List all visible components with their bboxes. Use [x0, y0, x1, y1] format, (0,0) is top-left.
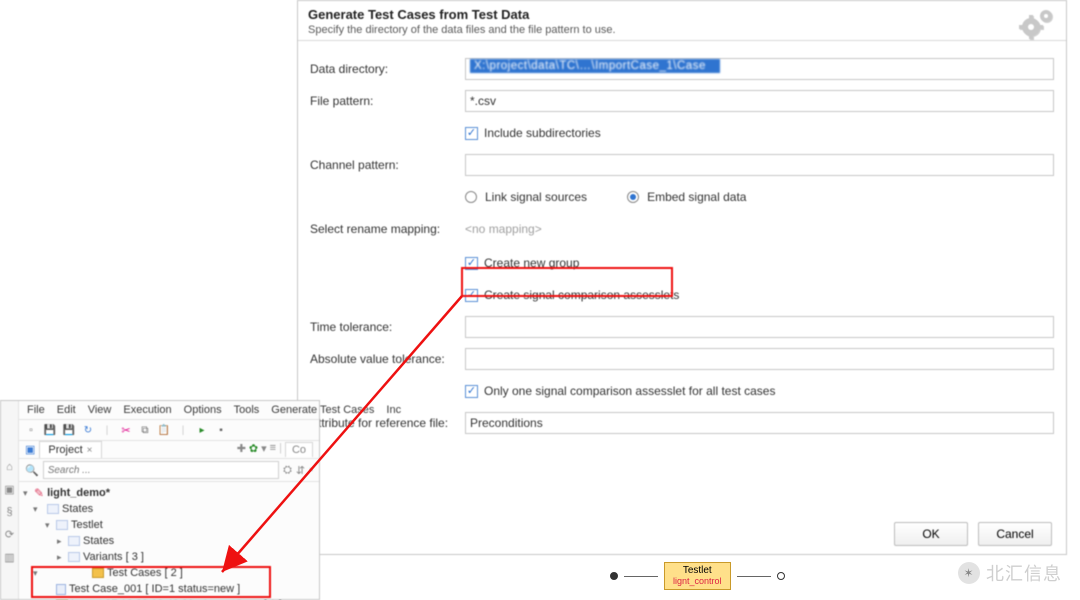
wechat-icon: ✶ [958, 562, 980, 584]
rail-icon[interactable]: ⟳ [5, 528, 14, 541]
rail-icon[interactable]: ⌂ [6, 461, 13, 473]
create-new-group-checkbox[interactable] [465, 257, 478, 270]
abs-tolerance-input[interactable] [465, 348, 1054, 370]
menu-file[interactable]: File [27, 404, 45, 416]
ide-toolbar: ▫ 💾 💾 ↻ | ✂ ⧉ 📋 | ▸ ▪ [19, 420, 319, 441]
label-file-pattern: File pattern: [310, 94, 465, 108]
node-end [777, 572, 785, 580]
toolbar-icon[interactable]: ✿ [249, 442, 258, 457]
refresh-icon[interactable]: ↻ [80, 422, 96, 438]
menu-options[interactable]: Options [184, 404, 222, 416]
save-icon[interactable]: 💾 [42, 422, 58, 438]
only-one-assesslet-checkbox[interactable] [465, 385, 478, 398]
tree-test-cases[interactable]: Test Cases [ 2 ] [107, 565, 183, 581]
include-subdirectories-label: Include subdirectories [484, 126, 601, 140]
project-tab[interactable]: Project× [39, 441, 101, 458]
ok-button[interactable]: OK [894, 522, 968, 546]
tree-tc1[interactable]: Test Case_001 [ ID=1 status=new ] [69, 581, 240, 597]
toolbar-icon[interactable]: ⛭ [283, 464, 292, 477]
copy-icon[interactable]: ⧉ [137, 422, 153, 438]
stop-icon[interactable]: ▪ [213, 422, 229, 438]
include-subdirectories-checkbox[interactable] [465, 127, 478, 140]
menu-generate[interactable]: Generate Test Cases [271, 404, 374, 416]
search-icon: 🔍 [25, 464, 39, 477]
cut-icon[interactable]: ✂ [118, 422, 134, 438]
channel-pattern-input[interactable] [465, 154, 1054, 176]
project-icon: ▣ [25, 443, 35, 456]
time-tolerance-input[interactable] [465, 316, 1054, 338]
only-one-assesslet-label: Only one signal comparison assesslet for… [484, 384, 775, 398]
generate-test-cases-dialog: Generate Test Cases from Test Data Speci… [297, 0, 1067, 555]
create-signal-assesslets-checkbox[interactable] [465, 289, 478, 302]
menu-execution[interactable]: Execution [123, 404, 171, 416]
menu-edit[interactable]: Edit [57, 404, 76, 416]
rename-mapping-value[interactable]: <no mapping> [465, 222, 542, 236]
run-icon[interactable]: ▸ [194, 422, 210, 438]
tree-variants[interactable]: Variants [ 3 ] [83, 549, 144, 565]
label-rename-mapping: Select rename mapping: [310, 222, 465, 236]
toolbar-icon[interactable]: ✚ [237, 442, 246, 457]
rail-icon[interactable]: ▥ [4, 551, 14, 564]
create-new-group-label: Create new group [484, 256, 579, 270]
node-start [610, 572, 618, 580]
project-tree[interactable]: ▾✎light_demo* ▾States ▾Testlet ▸States ▸… [19, 482, 319, 600]
toolbar-icon[interactable]: ▾ [261, 442, 267, 457]
label-attr-ref-file: Attribute for reference file: [310, 416, 465, 430]
attr-ref-file-input[interactable] [465, 412, 1054, 434]
rail-icon[interactable]: ▣ [4, 483, 14, 496]
paste-icon[interactable]: 📋 [156, 422, 172, 438]
file-pattern-input[interactable] [465, 90, 1054, 112]
cancel-button[interactable]: Cancel [978, 522, 1052, 546]
embed-signal-data-radio[interactable] [627, 191, 639, 203]
toolbar-icon[interactable]: ⇵ [296, 464, 305, 477]
gear-icon[interactable] [1018, 7, 1056, 46]
dialog-footer: OK Cancel [894, 522, 1052, 546]
label-time-tolerance: Time tolerance: [310, 320, 465, 334]
ide-side-rail: ⌂ ▣ § ⟳ ▥ [1, 401, 19, 599]
ide-search-row: 🔍 ⛭ ⇵ ▫ [19, 459, 319, 482]
create-signal-assesslets-label: Create signal comparison assesslets [484, 288, 679, 302]
ide-window: ⌂ ▣ § ⟳ ▥ File Edit View Execution Optio… [0, 400, 320, 600]
data-directory-input[interactable]: X:\project\data\TC\…\ImportCase_1\Case [465, 58, 1054, 80]
tree-root[interactable]: light_demo* [47, 485, 110, 501]
ide-tabs: ▣ Project× ✚ ✿ ▾ ≡ | Co [19, 441, 319, 459]
search-input[interactable] [43, 461, 279, 479]
dialog-title: Generate Test Cases from Test Data [308, 7, 1056, 22]
ide-menubar: File Edit View Execution Options Tools G… [19, 401, 319, 420]
other-tab[interactable]: Co [285, 442, 313, 457]
project-icon: ✎ [34, 485, 44, 501]
menu-trunc[interactable]: Inc [386, 404, 401, 416]
rail-icon[interactable]: § [6, 506, 12, 518]
tree-states[interactable]: States [62, 501, 93, 517]
label-channel-pattern: Channel pattern: [310, 158, 465, 172]
toolbar-icon[interactable]: ▫ [309, 464, 313, 476]
node-testlet[interactable]: Testlet lignt_control [664, 562, 731, 590]
save-all-icon[interactable]: 💾 [61, 422, 77, 438]
link-signal-sources-radio[interactable] [465, 191, 477, 203]
label-abs-tolerance: Absolute value tolerance: [310, 352, 465, 366]
new-icon[interactable]: ▫ [23, 422, 39, 438]
toolbar-icon[interactable]: ≡ [270, 442, 276, 457]
close-icon[interactable]: × [87, 445, 93, 456]
label-data-directory: Data directory: [310, 62, 465, 76]
dialog-header: Generate Test Cases from Test Data Speci… [298, 1, 1066, 41]
watermark: ✶ 北汇信息 [958, 560, 1062, 586]
menu-tools[interactable]: Tools [234, 404, 260, 416]
dialog-body: Data directory: X:\project\data\TC\…\Imp… [298, 41, 1066, 451]
tree-testlet[interactable]: Testlet [71, 517, 103, 533]
tree-testlet-states[interactable]: States [83, 533, 114, 549]
node-graph: Testlet lignt_control [610, 562, 785, 590]
dialog-subtitle: Specify the directory of the data files … [308, 24, 1056, 36]
file-icon [56, 584, 66, 595]
menu-view[interactable]: View [88, 404, 112, 416]
